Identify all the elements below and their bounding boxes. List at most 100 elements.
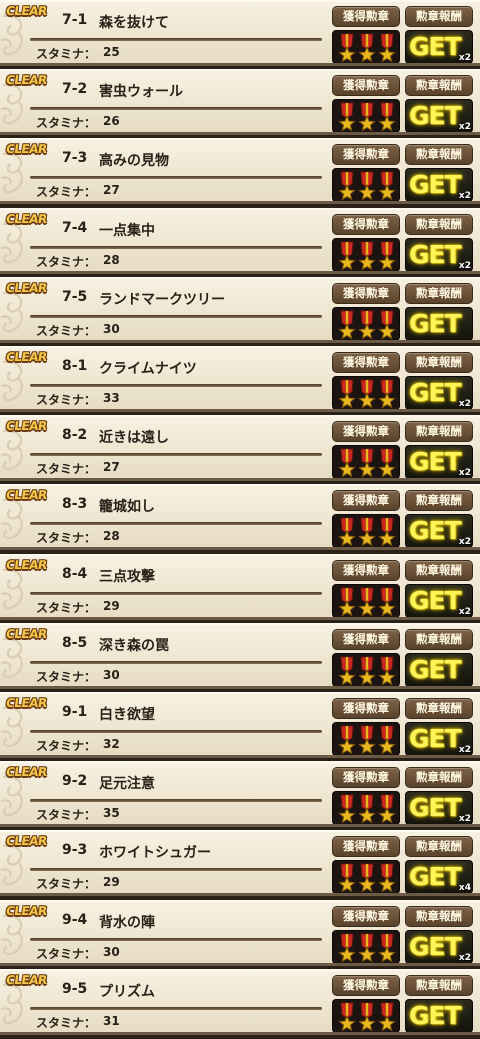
clear-badge: CLEAR <box>5 488 48 502</box>
get-reward-button[interactable]: GET <box>405 999 473 1032</box>
earned-medals-button[interactable]: 獲得勲章 <box>332 214 400 235</box>
medal-reward-button[interactable]: 勲章報酬 <box>405 214 473 235</box>
medal-icon <box>338 448 356 478</box>
earned-medals-button[interactable]: 獲得勲章 <box>332 283 400 304</box>
get-label: GET <box>409 378 462 407</box>
medals-icon <box>338 656 396 686</box>
medal-icon <box>378 656 396 686</box>
stage-row[interactable]: CLEAR 7-5 ランドマークツリー スタミナ： 30 獲得勲章 勲章報酬 G… <box>0 277 480 343</box>
get-reward-button[interactable]: GET x2 <box>405 99 473 132</box>
get-reward-button[interactable]: GET x2 <box>405 238 473 271</box>
stage-number: 9-3 <box>62 842 88 858</box>
medal-reward-button[interactable]: 勲章報酬 <box>405 6 473 27</box>
earned-medals-button[interactable]: 獲得勲章 <box>332 144 400 165</box>
reward-multiplier: x2 <box>458 261 471 271</box>
get-reward-button[interactable]: GET x4 <box>405 860 473 893</box>
stage-row[interactable]: CLEAR 8-4 三点攻撃 スタミナ： 29 獲得勲章 勲章報酬 GET x2 <box>0 554 480 620</box>
stage-title: 深き森の罠 <box>99 638 169 654</box>
stamina-label: スタミナ： <box>36 47 97 61</box>
stage-row[interactable]: CLEAR 9-2 足元注意 スタミナ： 35 獲得勲章 勲章報酬 GET x2 <box>0 761 480 827</box>
medal-reward-button[interactable]: 勲章報酬 <box>405 144 473 165</box>
divider <box>30 1007 322 1010</box>
clear-badge: CLEAR <box>5 4 48 18</box>
earned-medals-button[interactable]: 獲得勲章 <box>332 352 400 373</box>
medal-display <box>332 30 400 63</box>
stamina-value: 30 <box>103 322 120 336</box>
get-reward-button[interactable]: GET x2 <box>405 930 473 963</box>
medal-reward-button[interactable]: 勲章報酬 <box>405 490 473 511</box>
medals-icon <box>338 241 396 271</box>
stage-title: 白き欲望 <box>99 707 155 723</box>
medal-icon <box>338 379 356 409</box>
stage-row[interactable]: CLEAR 9-5 プリズム スタミナ： 31 獲得勲章 勲章報酬 GET <box>0 969 480 1035</box>
earned-medals-button[interactable]: 獲得勲章 <box>332 629 400 650</box>
get-label: GET <box>409 793 462 822</box>
earned-medals-button[interactable]: 獲得勲章 <box>332 75 400 96</box>
stage-list: CLEAR 7-1 森を抜けて スタミナ： 25 獲得勲章 勲章報酬 GET x… <box>0 0 480 1039</box>
stage-row[interactable]: CLEAR 8-2 近きは遠し スタミナ： 27 獲得勲章 勲章報酬 GET x… <box>0 415 480 481</box>
medal-reward-button[interactable]: 勲章報酬 <box>405 283 473 304</box>
earned-medals-button[interactable]: 獲得勲章 <box>332 836 400 857</box>
medal-icon <box>338 171 356 201</box>
medal-reward-button[interactable]: 勲章報酬 <box>405 421 473 442</box>
stage-row[interactable]: CLEAR 9-4 背水の陣 スタミナ： 30 獲得勲章 勲章報酬 GET x2 <box>0 900 480 966</box>
earned-medals-button[interactable]: 獲得勲章 <box>332 767 400 788</box>
stage-row[interactable]: CLEAR 7-2 害虫ウォール スタミナ： 26 獲得勲章 勲章報酬 GET … <box>0 69 480 135</box>
get-reward-button[interactable]: GET x2 <box>405 584 473 617</box>
medal-display <box>332 445 400 478</box>
clear-badge: CLEAR <box>5 627 48 641</box>
medal-display <box>332 653 400 686</box>
stage-row[interactable]: CLEAR 8-1 クライムナイツ スタミナ： 33 獲得勲章 勲章報酬 GET… <box>0 346 480 412</box>
get-reward-button[interactable]: GET x2 <box>405 30 473 63</box>
medal-display <box>332 514 400 547</box>
stage-row[interactable]: CLEAR 9-3 ホワイトシュガー スタミナ： 29 獲得勲章 勲章報酬 GE… <box>0 830 480 896</box>
divider <box>30 38 322 41</box>
divider <box>30 730 322 733</box>
get-reward-button[interactable]: GET x2 <box>405 445 473 478</box>
stage-number: 7-1 <box>62 12 88 28</box>
stage-number: 9-5 <box>62 981 88 997</box>
stage-row[interactable]: CLEAR 8-5 深き森の罠 スタミナ： 30 獲得勲章 勲章報酬 GET <box>0 623 480 689</box>
earned-medals-button[interactable]: 獲得勲章 <box>332 421 400 442</box>
medal-reward-button[interactable]: 勲章報酬 <box>405 906 473 927</box>
stamina-value: 30 <box>103 945 120 959</box>
earned-medals-button[interactable]: 獲得勲章 <box>332 906 400 927</box>
earned-medals-button[interactable]: 獲得勲章 <box>332 6 400 27</box>
get-reward-button[interactable]: GET x2 <box>405 168 473 201</box>
stage-title: 籠城如し <box>99 499 155 515</box>
get-reward-button[interactable]: GET <box>405 653 473 686</box>
reward-multiplier: x2 <box>458 122 471 132</box>
stage-row[interactable]: CLEAR 9-1 白き欲望 スタミナ： 32 獲得勲章 勲章報酬 GET x2 <box>0 692 480 758</box>
earned-medals-button[interactable]: 獲得勲章 <box>332 698 400 719</box>
medal-reward-button[interactable]: 勲章報酬 <box>405 767 473 788</box>
medal-reward-button[interactable]: 勲章報酬 <box>405 629 473 650</box>
earned-medals-button[interactable]: 獲得勲章 <box>332 490 400 511</box>
medal-reward-button[interactable]: 勲章報酬 <box>405 560 473 581</box>
get-reward-button[interactable]: GET x2 <box>405 791 473 824</box>
stage-row[interactable]: CLEAR 7-3 高みの見物 スタミナ： 27 獲得勲章 勲章報酬 GET x… <box>0 138 480 204</box>
get-reward-button[interactable]: GET <box>405 307 473 340</box>
get-label: GET <box>409 240 462 269</box>
medal-display <box>332 307 400 340</box>
medal-reward-button[interactable]: 勲章報酬 <box>405 698 473 719</box>
medal-icon <box>338 1002 356 1032</box>
medal-reward-button[interactable]: 勲章報酬 <box>405 836 473 857</box>
earned-medals-button[interactable]: 獲得勲章 <box>332 560 400 581</box>
get-reward-button[interactable]: GET x2 <box>405 376 473 409</box>
medals-icon <box>338 933 396 963</box>
stage-row[interactable]: CLEAR 7-1 森を抜けて スタミナ： 25 獲得勲章 勲章報酬 GET x… <box>0 0 480 66</box>
get-reward-button[interactable]: GET x2 <box>405 722 473 755</box>
stage-row[interactable]: CLEAR 8-3 籠城如し スタミナ： 28 獲得勲章 勲章報酬 GET x2 <box>0 484 480 550</box>
stage-row[interactable]: CLEAR 7-4 一点集中 スタミナ： 28 獲得勲章 勲章報酬 GET x2 <box>0 208 480 274</box>
get-label: GET <box>409 1001 462 1030</box>
stamina-label: スタミナ： <box>36 1016 97 1030</box>
medal-reward-button[interactable]: 勲章報酬 <box>405 352 473 373</box>
stamina-label: スタミナ： <box>36 808 97 822</box>
medals-icon <box>338 310 396 340</box>
medal-reward-button[interactable]: 勲章報酬 <box>405 75 473 96</box>
divider <box>30 107 322 110</box>
stage-title: 一点集中 <box>99 223 155 239</box>
medal-reward-button[interactable]: 勲章報酬 <box>405 975 473 996</box>
get-reward-button[interactable]: GET x2 <box>405 514 473 547</box>
earned-medals-button[interactable]: 獲得勲章 <box>332 975 400 996</box>
